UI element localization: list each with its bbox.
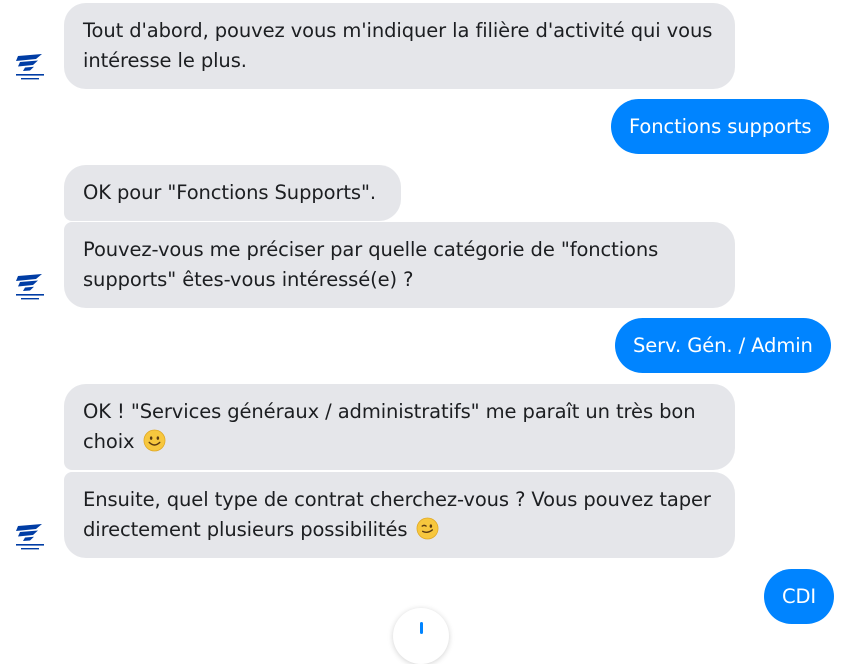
bot-message-text: Pouvez-vous me préciser par quelle catég…	[83, 238, 659, 291]
bot-avatar	[12, 272, 48, 302]
bot-message-text: Tout d'abord, pouvez vous m'indiquer la …	[83, 19, 713, 72]
winking-face-emoji-icon	[416, 517, 439, 540]
bot-message: Pouvez-vous me préciser par quelle catég…	[64, 222, 735, 308]
user-message-text: CDI	[782, 585, 817, 608]
bot-message: Tout d'abord, pouvez vous m'indiquer la …	[64, 3, 735, 89]
user-message: Fonctions supports	[611, 99, 830, 154]
bot-message: OK pour "Fonctions Supports".	[64, 165, 401, 221]
user-message-text: Serv. Gén. / Admin	[633, 334, 813, 357]
chat-thread: Tout d'abord, pouvez vous m'indiquer la …	[0, 0, 853, 664]
bot-avatar	[12, 522, 48, 552]
user-message: Serv. Gén. / Admin	[615, 318, 831, 373]
user-message-text: Fonctions supports	[629, 115, 812, 138]
la-poste-logo-icon	[16, 54, 44, 80]
arrow-down-icon	[420, 622, 423, 634]
la-poste-logo-icon	[16, 524, 44, 550]
scroll-to-bottom-button[interactable]	[393, 608, 449, 664]
smiling-face-emoji-icon	[143, 429, 166, 452]
bot-message: Ensuite, quel type de contrat cherchez-v…	[64, 472, 735, 558]
bot-message-text: Ensuite, quel type de contrat cherchez-v…	[83, 488, 711, 541]
bot-message-text: OK pour "Fonctions Supports".	[83, 181, 376, 204]
la-poste-logo-icon	[16, 274, 44, 300]
bot-message: OK ! "Services généraux / administratifs…	[64, 384, 735, 470]
user-message: CDI	[764, 569, 835, 624]
bot-message-text: OK ! "Services généraux / administratifs…	[83, 400, 696, 453]
bot-avatar	[12, 52, 48, 82]
